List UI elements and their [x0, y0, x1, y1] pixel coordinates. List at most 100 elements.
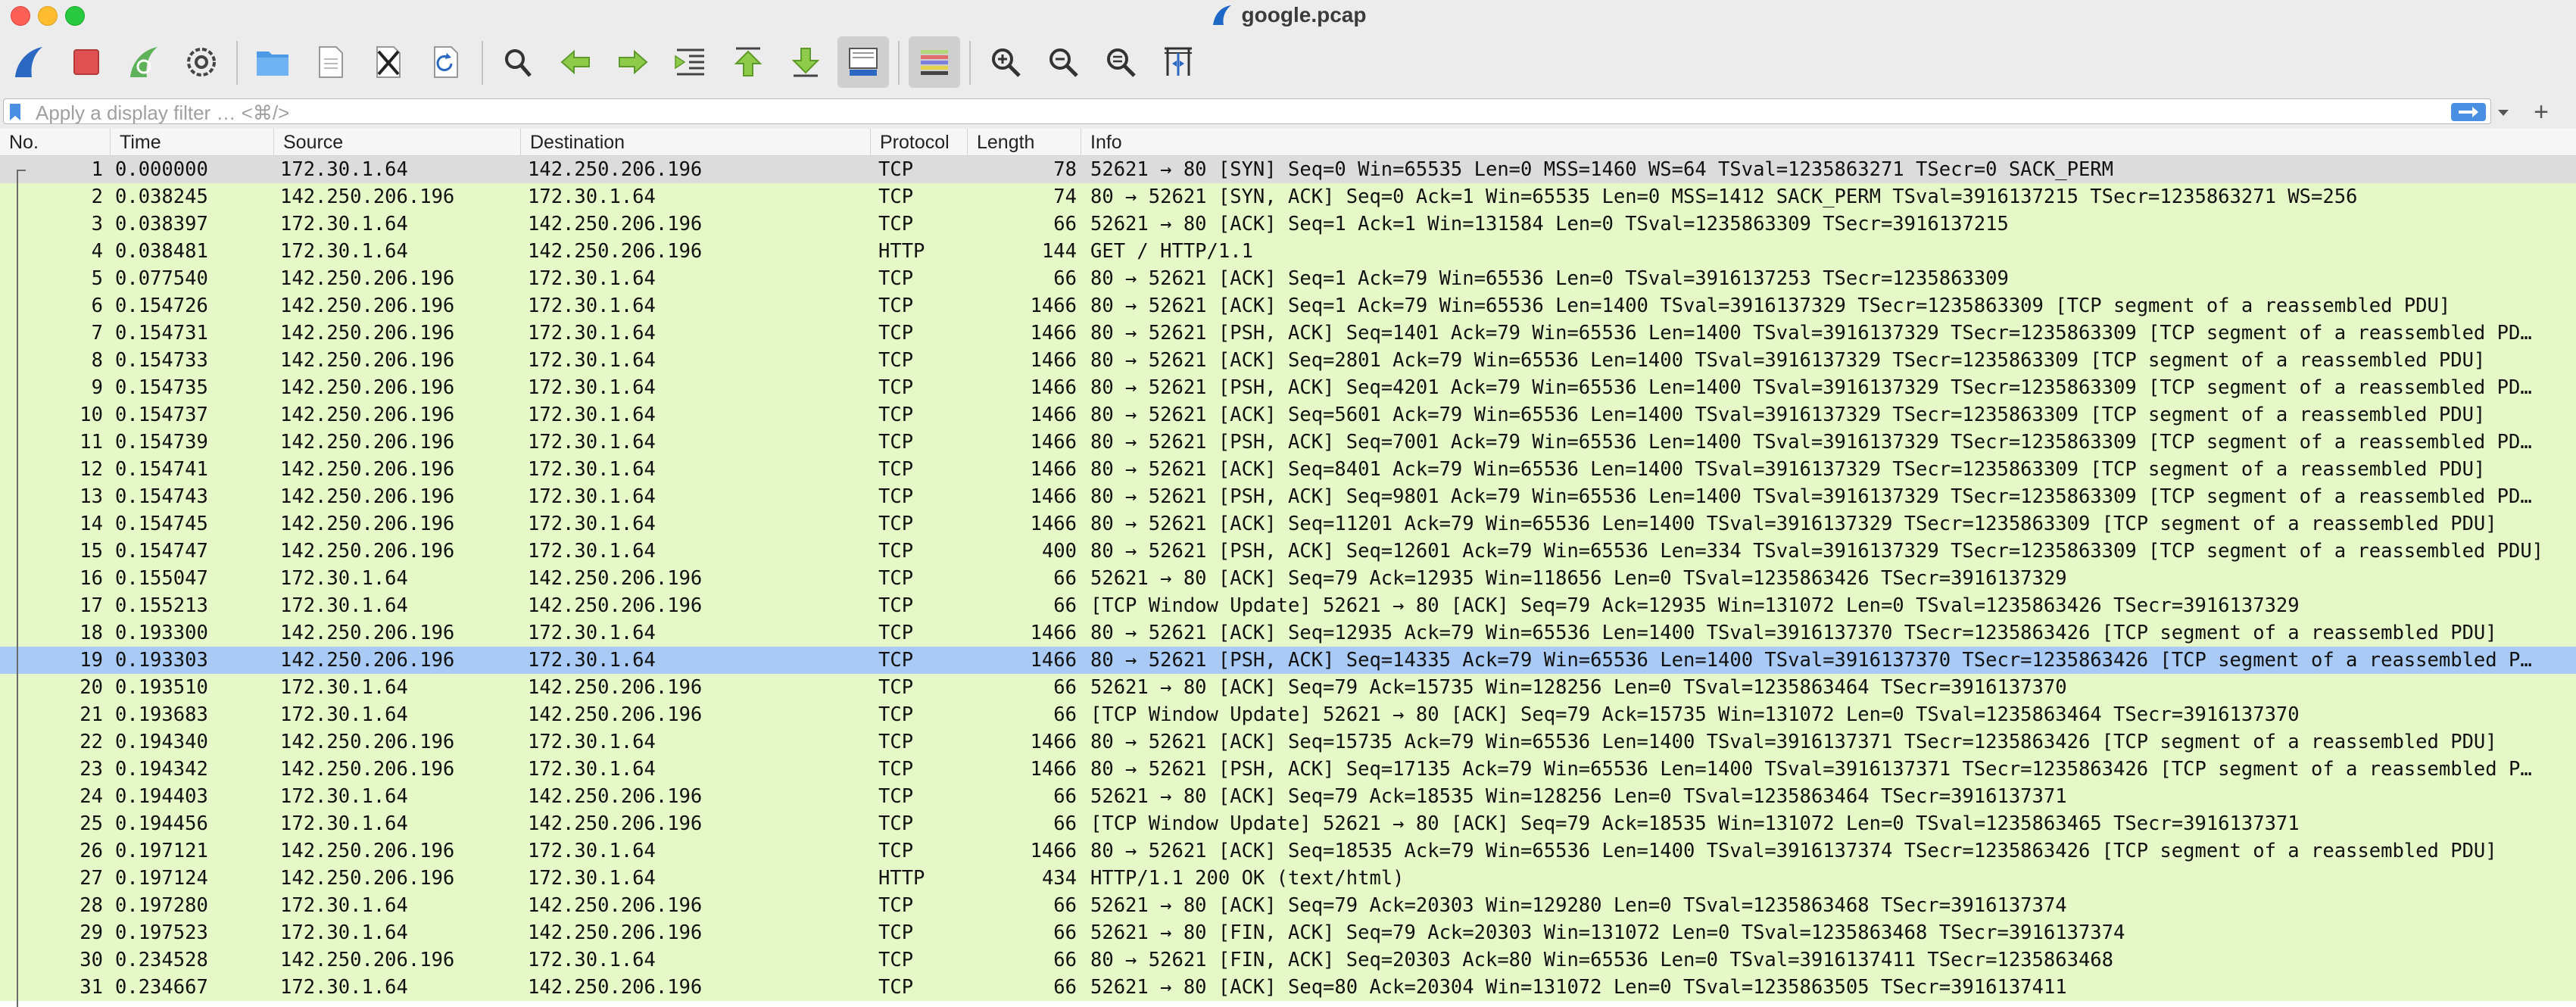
packet-no: 27	[80, 867, 103, 890]
packet-row[interactable]: 7 0.154731 142.250.206.196 172.30.1.64 TCP 14…	[0, 320, 2576, 347]
go-forward-button[interactable]	[607, 36, 659, 88]
wireshark-fin-icon	[1212, 5, 1231, 25]
packet-row[interactable]: 26 0.197121 142.250.206.196 172.30.1.64 TCP 1…	[0, 837, 2576, 865]
packet-no: 10	[80, 404, 103, 426]
packet-row[interactable]: 3 0.038397 172.30.1.64 142.250.206.196 TCP 66…	[0, 210, 2576, 238]
packet-time: 0.154731	[115, 322, 208, 344]
resize-columns-button[interactable]	[1152, 36, 1204, 88]
packet-length: 144	[1041, 240, 1077, 263]
open-file-button[interactable]	[247, 36, 298, 88]
apply-filter-button[interactable]	[2451, 103, 2486, 121]
packet-row[interactable]: 1 0.000000 172.30.1.64 142.250.206.196 TCP 78…	[0, 156, 2576, 183]
packet-row[interactable]: 15 0.154747 142.250.206.196 172.30.1.64 TCP 4…	[0, 538, 2576, 565]
filter-bookmark-icon[interactable]	[8, 102, 22, 122]
packet-row[interactable]: 20 0.193510 172.30.1.64 142.250.206.196 TCP 6…	[0, 674, 2576, 701]
column-header-no[interactable]: No.	[0, 129, 111, 156]
packet-source: 142.250.206.196	[280, 867, 455, 890]
packet-length: 66	[1053, 267, 1077, 290]
start-capture-button[interactable]	[3, 36, 55, 88]
packet-time: 0.193510	[115, 676, 208, 699]
packet-row[interactable]: 28 0.197280 172.30.1.64 142.250.206.196 TCP 6…	[0, 892, 2576, 919]
packet-row[interactable]: 22 0.194340 142.250.206.196 172.30.1.64 TCP 1…	[0, 728, 2576, 756]
display-filter-input[interactable]: Apply a display filter … <⌘/>	[3, 98, 2491, 124]
column-header-info[interactable]: Info	[1081, 129, 2576, 156]
add-filter-button[interactable]: +	[2526, 97, 2556, 127]
packet-source: 172.30.1.64	[280, 567, 408, 590]
packet-row[interactable]: 17 0.155213 172.30.1.64 142.250.206.196 TCP 6…	[0, 592, 2576, 619]
packet-time: 0.038481	[115, 240, 208, 263]
zoom-in-button[interactable]	[980, 36, 1031, 88]
packet-protocol: TCP	[878, 158, 914, 181]
column-header-source[interactable]: Source	[274, 129, 521, 156]
packet-no: 13	[80, 485, 103, 508]
save-file-button[interactable]	[304, 36, 356, 88]
packet-destination: 142.250.206.196	[528, 158, 703, 181]
normal-size-button[interactable]	[1095, 36, 1146, 88]
close-file-button[interactable]	[362, 36, 413, 88]
packet-destination: 172.30.1.64	[528, 731, 656, 753]
go-last-packet-button[interactable]	[780, 36, 831, 88]
stop-capture-button[interactable]	[61, 36, 112, 88]
packet-row[interactable]: 5 0.077540 142.250.206.196 172.30.1.64 TCP 66…	[0, 265, 2576, 292]
packet-row[interactable]: 18 0.193300 142.250.206.196 172.30.1.64 TCP 1…	[0, 619, 2576, 647]
packet-row[interactable]: 27 0.197124 142.250.206.196 172.30.1.64 HTTP…	[0, 865, 2576, 892]
zoom-out-button[interactable]	[1037, 36, 1089, 88]
packet-length: 66	[1053, 976, 1077, 999]
packet-info: 80 → 52621 [ACK] Seq=15735 Ack=79 Win=65…	[1090, 731, 2497, 753]
packet-length: 66	[1053, 703, 1077, 726]
packet-time: 0.197124	[115, 867, 208, 890]
packet-row[interactable]: 6 0.154726 142.250.206.196 172.30.1.64 TCP 14…	[0, 292, 2576, 320]
reload-file-button[interactable]	[419, 36, 471, 88]
packet-time: 0.154741	[115, 458, 208, 481]
restart-capture-button[interactable]	[118, 36, 170, 88]
packet-time: 0.154743	[115, 485, 208, 508]
packet-info: 80 → 52621 [PSH, ACK] Seq=4201 Ack=79 Wi…	[1090, 376, 2532, 399]
packet-row[interactable]: 30 0.234528 142.250.206.196 172.30.1.64 TCP 6…	[0, 946, 2576, 974]
packet-row[interactable]: 10 0.154737 142.250.206.196 172.30.1.64 TCP 1…	[0, 401, 2576, 429]
packet-source: 142.250.206.196	[280, 622, 455, 644]
packet-source: 142.250.206.196	[280, 349, 455, 372]
packet-row[interactable]: 25 0.194456 172.30.1.64 142.250.206.196 TCP 6…	[0, 810, 2576, 837]
packet-row[interactable]: 16 0.155047 172.30.1.64 142.250.206.196 TCP 6…	[0, 565, 2576, 592]
packet-row[interactable]: 23 0.194342 142.250.206.196 172.30.1.64 TCP 1…	[0, 756, 2576, 783]
packet-row[interactable]: 11 0.154739 142.250.206.196 172.30.1.64 TCP 1…	[0, 429, 2576, 456]
go-back-button[interactable]	[550, 36, 601, 88]
packet-row[interactable]: 24 0.194403 172.30.1.64 142.250.206.196 TCP 6…	[0, 783, 2576, 810]
packet-no: 1	[91, 158, 103, 181]
go-first-packet-button[interactable]	[722, 36, 774, 88]
packet-source: 172.30.1.64	[280, 158, 408, 181]
packet-no: 23	[80, 758, 103, 781]
packet-destination: 172.30.1.64	[528, 431, 656, 454]
packet-row[interactable]: 14 0.154745 142.250.206.196 172.30.1.64 TCP 1…	[0, 510, 2576, 538]
packet-row[interactable]: 4 0.038481 172.30.1.64 142.250.206.196 HTTP 1…	[0, 238, 2576, 265]
packet-row[interactable]: 12 0.154741 142.250.206.196 172.30.1.64 TCP 1…	[0, 456, 2576, 483]
column-header-protocol[interactable]: Protocol	[871, 129, 968, 156]
packet-source: 142.250.206.196	[280, 322, 455, 344]
packet-length: 66	[1053, 567, 1077, 590]
column-header-destination[interactable]: Destination	[521, 129, 871, 156]
colorize-button[interactable]	[909, 36, 960, 88]
filter-history-dropdown[interactable]	[2494, 101, 2512, 124]
packet-row[interactable]: 8 0.154733 142.250.206.196 172.30.1.64 TCP 14…	[0, 347, 2576, 374]
packet-row[interactable]: 31 0.234667 172.30.1.64 142.250.206.196 TCP 6…	[0, 974, 2576, 1001]
packet-row[interactable]: 19 0.193303 142.250.206.196 172.30.1.64 TCP 1…	[0, 647, 2576, 674]
packet-no: 31	[80, 976, 103, 999]
packet-info: [TCP Window Update] 52621 → 80 [ACK] Seq…	[1090, 812, 2300, 835]
packet-time: 0.154739	[115, 431, 208, 454]
packet-info: 80 → 52621 [PSH, ACK] Seq=14335 Ack=79 W…	[1090, 649, 2532, 672]
packet-destination: 172.30.1.64	[528, 376, 656, 399]
column-header-length[interactable]: Length	[968, 129, 1081, 156]
go-to-packet-button[interactable]	[665, 36, 716, 88]
packet-row[interactable]: 2 0.038245 142.250.206.196 172.30.1.64 TCP 74…	[0, 183, 2576, 210]
find-packet-button[interactable]	[492, 36, 544, 88]
apply-arrow-icon	[2459, 107, 2478, 117]
capture-options-button[interactable]	[176, 36, 227, 88]
packet-row[interactable]: 9 0.154735 142.250.206.196 172.30.1.64 TCP 14…	[0, 374, 2576, 401]
packet-row[interactable]: 21 0.193683 172.30.1.64 142.250.206.196 TCP 6…	[0, 701, 2576, 728]
column-header-time[interactable]: Time	[111, 129, 274, 156]
packet-row[interactable]: 29 0.197523 172.30.1.64 142.250.206.196 TCP 6…	[0, 919, 2576, 946]
autoscroll-button[interactable]	[837, 36, 889, 88]
packet-length: 1466	[1030, 322, 1077, 344]
filter-placeholder: Apply a display filter … <⌘/>	[36, 101, 290, 124]
packet-row[interactable]: 13 0.154743 142.250.206.196 172.30.1.64 TCP 1…	[0, 483, 2576, 510]
